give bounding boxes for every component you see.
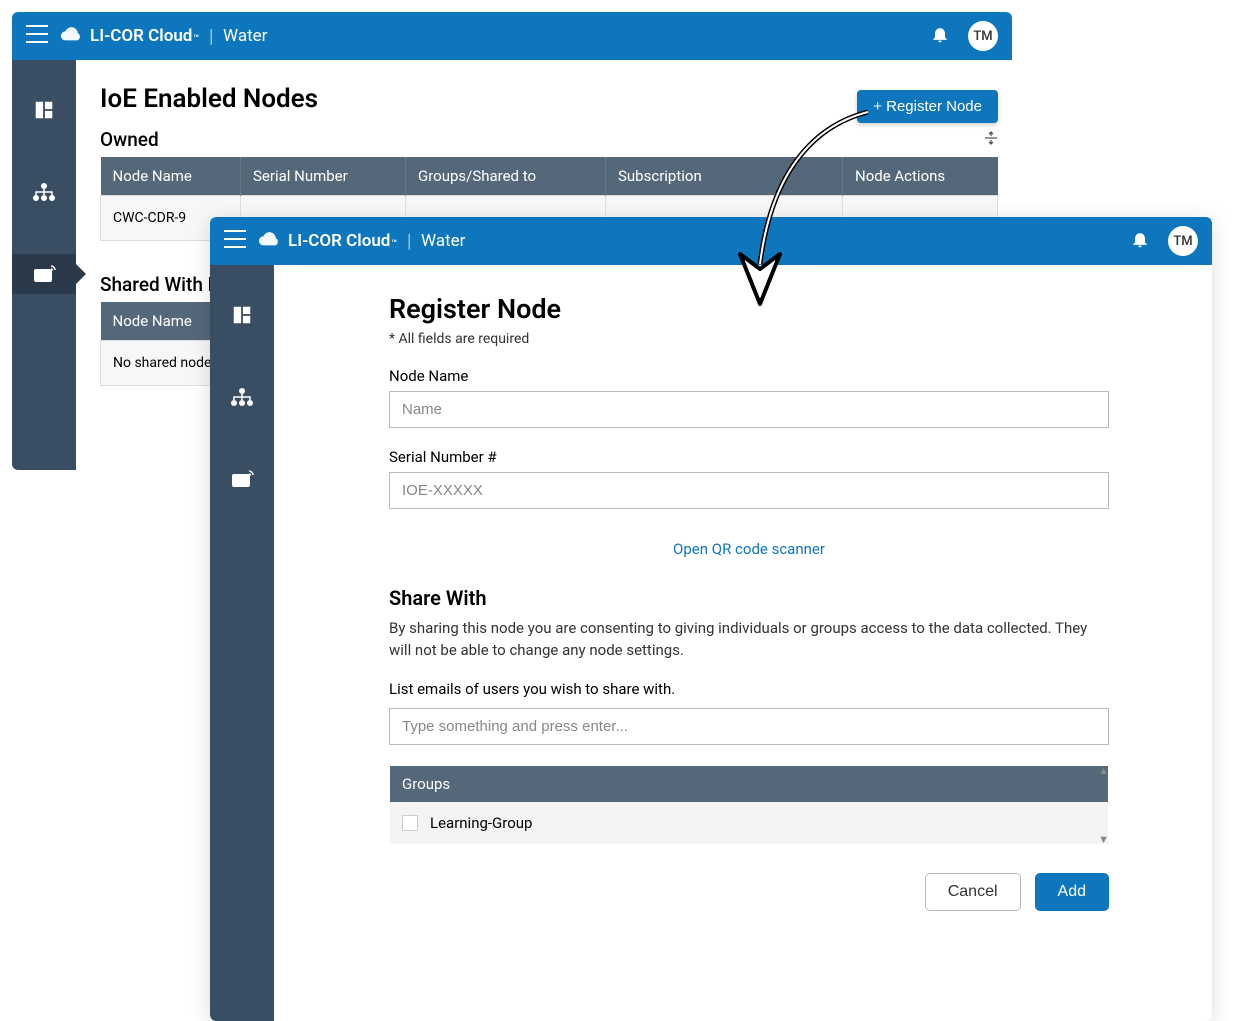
sidebar: [210, 265, 274, 1021]
brand-section: Water: [421, 231, 465, 251]
group-checkbox[interactable]: [402, 815, 418, 831]
scroll-down-icon[interactable]: ▼: [1098, 833, 1109, 846]
device-icon: [230, 469, 254, 489]
share-list-label: List emails of users you wish to share w…: [389, 680, 1109, 698]
network-icon: [230, 387, 254, 407]
serial-label: Serial Number #: [389, 448, 1109, 466]
dashboard-icon: [33, 99, 55, 121]
share-description: By sharing this node you are consenting …: [389, 618, 1109, 662]
register-title: Register Node: [389, 293, 1109, 325]
avatar[interactable]: TM: [1168, 226, 1198, 256]
brand-separator: |: [407, 231, 411, 252]
menu-icon[interactable]: [26, 25, 48, 47]
sidebar-item-dashboard[interactable]: [12, 90, 76, 130]
brand: LI-COR Cloud™ | Water: [60, 23, 267, 50]
add-button[interactable]: Add: [1035, 873, 1109, 911]
collapse-icon[interactable]: [984, 130, 998, 149]
groups-header: Groups: [390, 766, 1108, 802]
register-form: Register Node * All fields are required …: [274, 265, 1212, 1021]
register-node-button[interactable]: + Register Node: [857, 90, 998, 123]
notifications-icon[interactable]: [930, 24, 950, 48]
menu-icon[interactable]: [224, 230, 246, 252]
col-node-name: Node Name: [101, 157, 241, 196]
cancel-button[interactable]: Cancel: [925, 873, 1021, 911]
serial-input[interactable]: [389, 472, 1109, 509]
device-icon: [32, 264, 56, 284]
group-label: Learning-Group: [430, 814, 532, 832]
col-groups: Groups/Shared to: [406, 157, 606, 196]
brand-name: LI-COR Cloud™: [90, 26, 199, 46]
table-header-row: Node Name Serial Number Groups/Shared to…: [101, 157, 998, 196]
node-name-input[interactable]: [389, 391, 1109, 428]
sidebar-item-network[interactable]: [12, 172, 76, 212]
required-note: * All fields are required: [389, 331, 1109, 347]
dashboard-icon: [231, 304, 253, 326]
col-serial: Serial Number: [241, 157, 406, 196]
sidebar-item-nodes[interactable]: [12, 254, 76, 294]
group-row[interactable]: Learning-Group: [390, 802, 1108, 844]
notifications-icon[interactable]: [1130, 229, 1150, 253]
brand-logo-icon: [60, 23, 82, 50]
brand-section: Water: [223, 26, 267, 46]
topbar: LI-COR Cloud™ | Water TM: [210, 217, 1212, 265]
avatar[interactable]: TM: [968, 21, 998, 51]
sidebar-item-nodes[interactable]: [210, 459, 274, 499]
brand: LI-COR Cloud™ | Water: [258, 228, 465, 255]
register-modal: LI-COR Cloud™ | Water TM Register Node *…: [210, 217, 1212, 1021]
share-emails-input[interactable]: [389, 708, 1109, 745]
brand-separator: |: [209, 26, 213, 47]
col-subscription: Subscription: [606, 157, 843, 196]
groups-list: ▲ Groups Learning-Group ▼: [389, 765, 1109, 845]
topbar: LI-COR Cloud™ | Water TM: [12, 12, 1012, 60]
network-icon: [32, 182, 56, 202]
sidebar-item-network[interactable]: [210, 377, 274, 417]
brand-logo-icon: [258, 228, 280, 255]
sidebar-item-dashboard[interactable]: [210, 295, 274, 335]
scroll-up-icon[interactable]: ▲: [1098, 764, 1109, 777]
qr-scanner-link[interactable]: Open QR code scanner: [673, 540, 825, 558]
owned-section-title: Owned: [100, 124, 159, 155]
share-heading: Share With: [389, 586, 1109, 610]
sidebar: [12, 60, 76, 470]
node-name-label: Node Name: [389, 367, 1109, 385]
brand-name: LI-COR Cloud™: [288, 231, 397, 251]
col-actions: Node Actions: [843, 157, 998, 196]
